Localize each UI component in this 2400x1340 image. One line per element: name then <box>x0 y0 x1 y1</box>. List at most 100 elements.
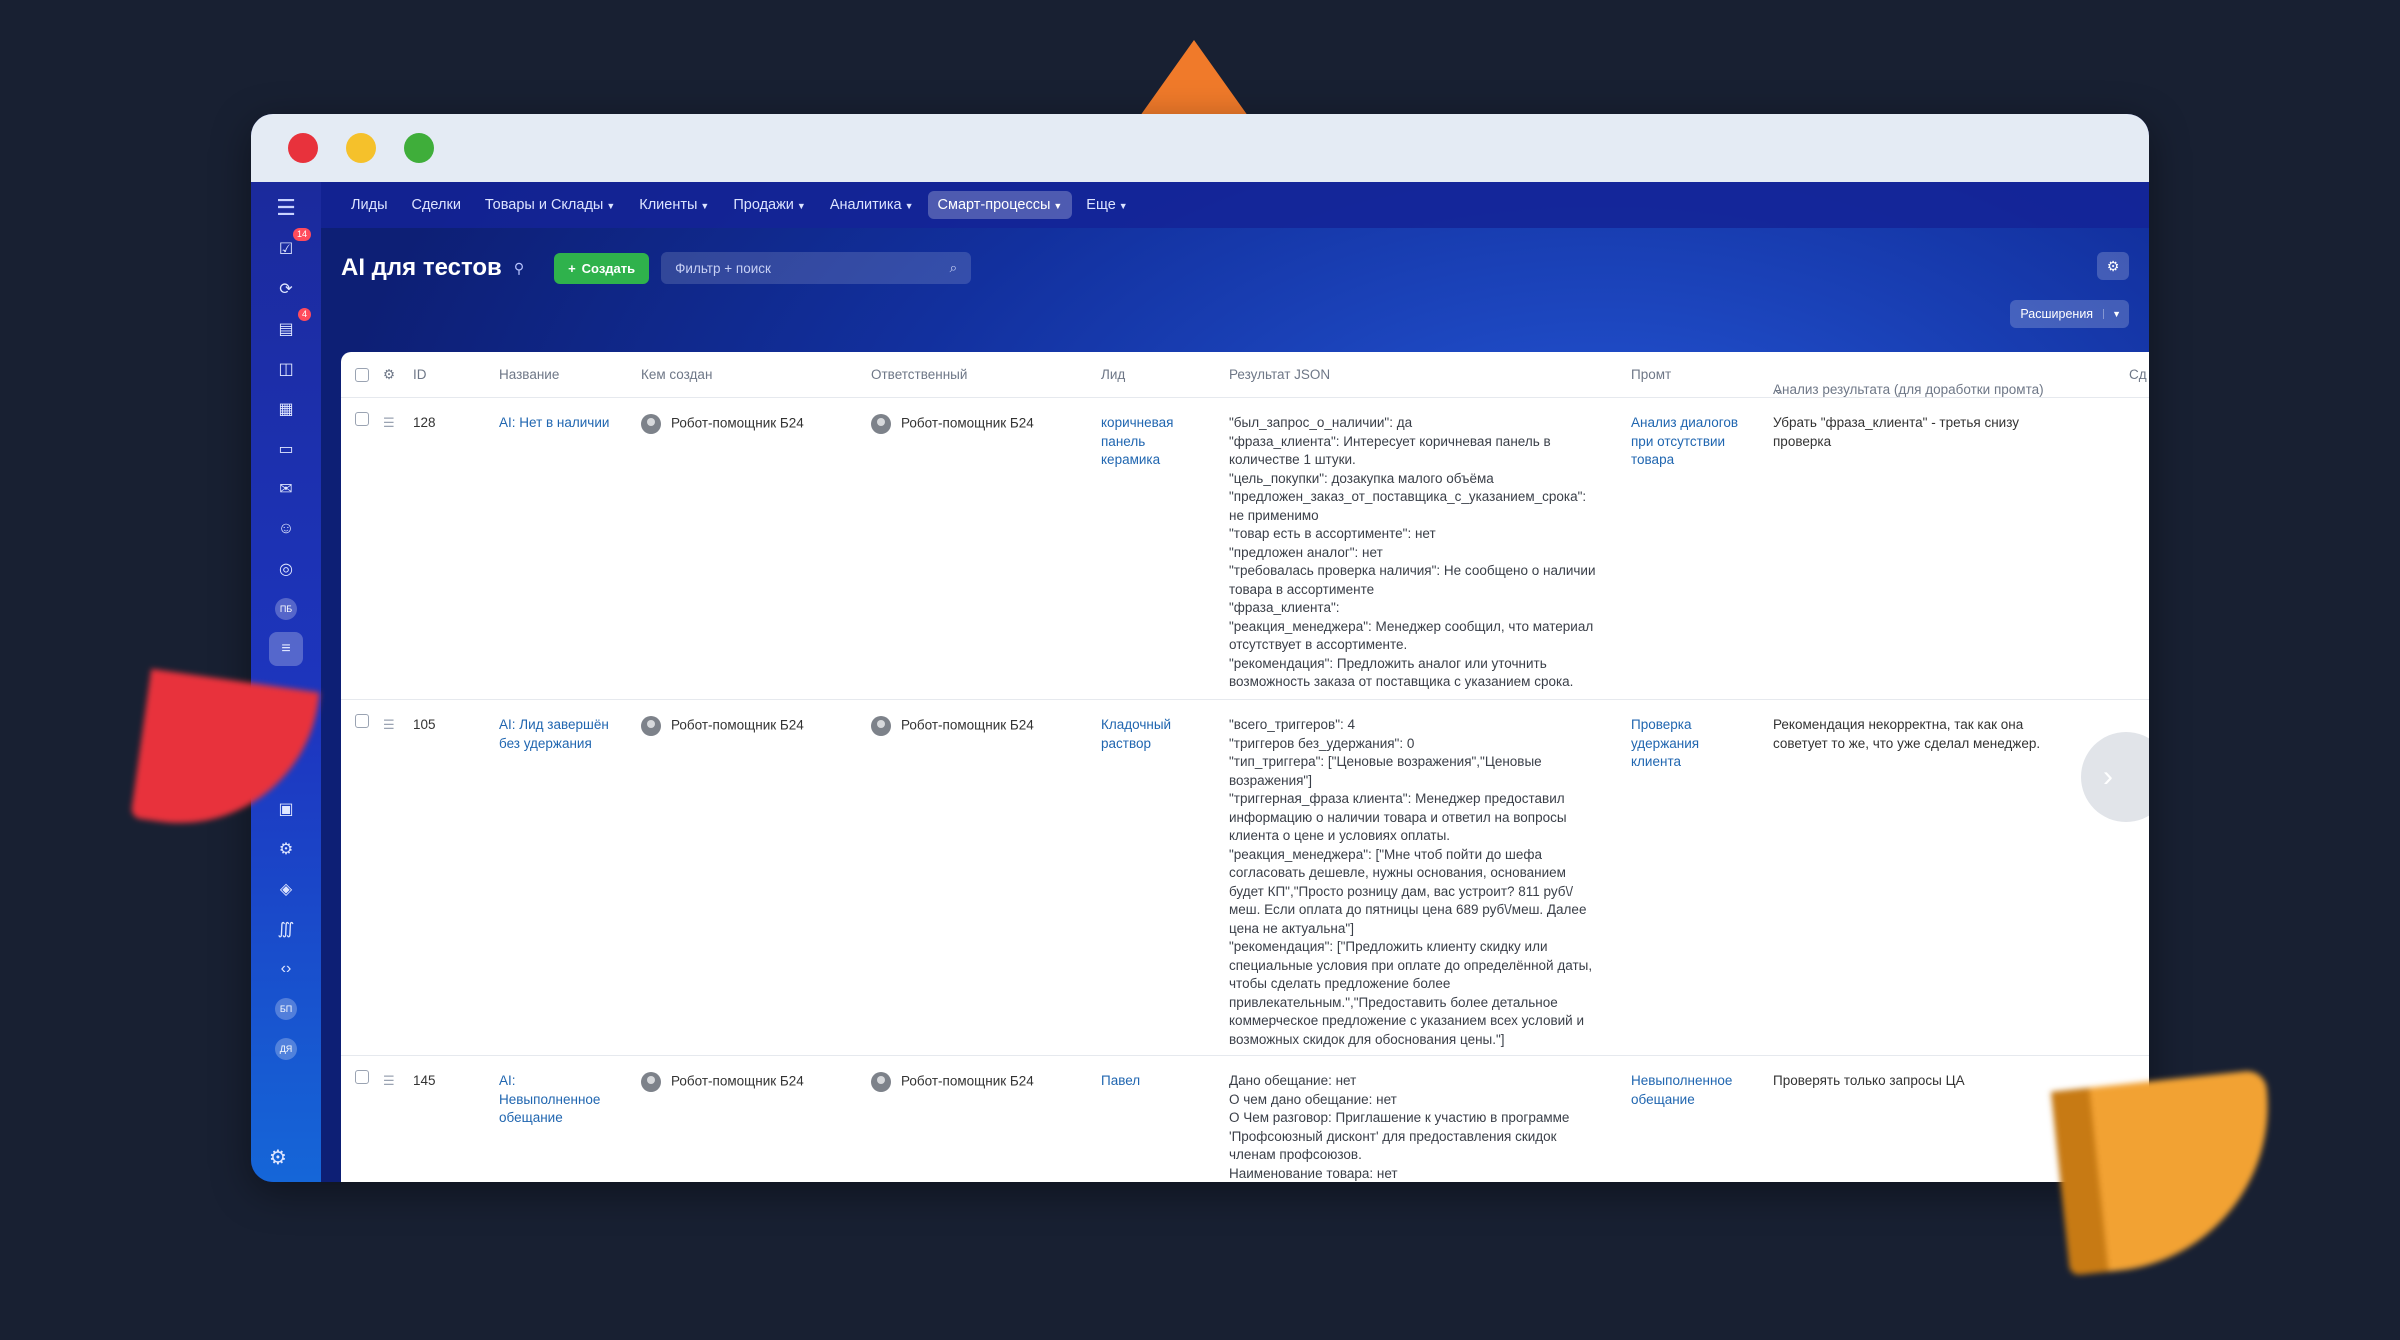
row-prompt-link[interactable]: Анализ диалогов при отсутствии товара <box>1631 414 1741 470</box>
mail-icon[interactable]: ✉ <box>269 472 303 506</box>
extensions-button[interactable]: Расширения ▼ <box>2010 300 2129 328</box>
column-settings-icon[interactable]: ⚙ <box>383 367 395 383</box>
row-prompt-link[interactable]: Невыполненное обещание <box>1631 1072 1741 1109</box>
col-created-by[interactable]: Кем создан <box>641 367 712 382</box>
col-cut[interactable]: Сд <box>2129 367 2147 382</box>
window-titlebar <box>251 114 2149 182</box>
nav-more[interactable]: Еще ▼ <box>1076 191 1137 219</box>
sidebar-item-bp[interactable]: БП <box>269 992 303 1026</box>
sites-icon[interactable]: ◎ <box>269 552 303 586</box>
col-lead[interactable]: Лид <box>1101 367 1125 382</box>
page-title: AI для тестов <box>341 254 502 281</box>
sidebar-item-dr[interactable]: ДЯ <box>269 1032 303 1066</box>
page-toolbar: AI для тестов ⚲ + Создать Фильтр + поиск… <box>341 248 2129 288</box>
row-name-link[interactable]: AI: Нет в наличии <box>499 414 619 433</box>
avatar <box>641 716 661 736</box>
row-created-by[interactable]: Робот-помощник Б24 <box>641 1072 804 1092</box>
browser-window: ☰ ☑ 14 ⟳ ▤ 4 ◫ ▦ ▭ ✉ ☺ ◎ ПБ ≡ ▣ ⚙ ◈ ∭ ‹› Б… <box>251 114 2149 1182</box>
grid-header: ⚙ ID Название Кем создан Ответственный Л… <box>341 352 2149 398</box>
row-created-by[interactable]: Робот-помощник Б24 <box>641 414 804 434</box>
chat-icon[interactable]: ◫ <box>269 352 303 386</box>
nav-products[interactable]: Товары и Склады ▼ <box>475 191 625 219</box>
row-responsible[interactable]: Робот-помощник Б24 <box>871 1072 1034 1092</box>
row-analysis: Проверять только запросы ЦА <box>1773 1073 1965 1088</box>
row-lead-link[interactable]: Кладочный раствор <box>1101 716 1201 753</box>
row-result-json: Дано обещание: нет О чем дано обещание: … <box>1229 1073 1570 1181</box>
data-grid: ⚙ ID Название Кем создан Ответственный Л… <box>341 352 2149 1182</box>
table-row[interactable]: ☰ 105 AI: Лид завершён без удержания Роб… <box>341 700 2149 1056</box>
menu-icon[interactable]: ☰ <box>276 190 296 226</box>
signature-icon[interactable]: ∭ <box>269 912 303 946</box>
select-all-checkbox[interactable] <box>355 368 369 385</box>
row-result-json: "всего_триггеров": 4 "триггеров без_удер… <box>1229 717 1593 1047</box>
row-lead-link[interactable]: коричневая панель керамика <box>1101 414 1201 470</box>
box-icon[interactable]: ◈ <box>269 872 303 906</box>
row-name-link[interactable]: AI: Невыполненное обещание <box>499 1072 614 1128</box>
col-result-json[interactable]: Результат JSON <box>1229 367 1330 382</box>
avatar <box>641 1072 661 1092</box>
maximize-window-button[interactable] <box>404 133 434 163</box>
filter-search-input[interactable]: Фильтр + поиск ⌕ <box>661 252 972 284</box>
chevron-down-icon[interactable]: ▼ <box>2103 309 2129 319</box>
row-name-link[interactable]: AI: Лид завершён без удержания <box>499 716 609 753</box>
create-button[interactable]: + Создать <box>554 252 650 284</box>
settings-gear-icon[interactable]: ⚙ <box>269 1145 287 1170</box>
col-name[interactable]: Название <box>499 367 559 382</box>
avatar <box>641 414 661 434</box>
decor-orange-shape <box>2050 1069 2285 1276</box>
row-checkbox[interactable] <box>355 1070 369 1090</box>
row-prompt-link[interactable]: Проверка удержания клиента <box>1631 716 1741 772</box>
nav-deals[interactable]: Сделки <box>402 191 471 219</box>
row-id: 145 <box>413 1073 436 1088</box>
smart-process-icon[interactable]: ≡ <box>269 632 303 666</box>
automation-icon[interactable]: ⟳ <box>269 272 303 306</box>
plus-icon: + <box>568 260 576 276</box>
col-responsible[interactable]: Ответственный <box>871 367 967 382</box>
col-id[interactable]: ID <box>413 367 427 382</box>
col-prompt[interactable]: Промт <box>1631 367 1671 382</box>
drive-icon[interactable]: ▭ <box>269 432 303 466</box>
row-responsible[interactable]: Робот-помощник Б24 <box>871 414 1034 434</box>
nav-smart-processes[interactable]: Смарт-процессы ▼ <box>927 191 1073 219</box>
row-created-by[interactable]: Робот-помощник Б24 <box>641 716 804 736</box>
chevron-down-icon: ▼ <box>1053 201 1063 211</box>
calendar-icon[interactable]: ▦ <box>269 392 303 426</box>
tasks-icon[interactable]: ☑ 14 <box>269 228 311 266</box>
row-analysis: Убрать "фраза_клиента" - третья снизу пр… <box>1773 415 2019 449</box>
contacts-icon[interactable]: ☺ <box>269 512 303 546</box>
robot-icon[interactable]: ⚙ <box>269 832 303 866</box>
nav-leads[interactable]: Лиды <box>341 191 398 219</box>
close-window-button[interactable] <box>288 133 318 163</box>
main-area: Лиды Сделки Товары и Склады ▼ Клиенты ▼ Пр… <box>321 182 2149 1182</box>
drag-handle-icon[interactable]: ☰ <box>383 414 395 433</box>
drag-handle-icon[interactable]: ☰ <box>383 716 395 735</box>
nav-clients[interactable]: Клиенты ▼ <box>629 191 719 219</box>
avatar <box>871 1072 891 1092</box>
search-icon: ⌕ <box>949 260 958 275</box>
code-icon[interactable]: ‹› <box>269 952 303 986</box>
nav-sales[interactable]: Продажи ▼ <box>723 191 815 219</box>
chevron-down-icon: ⌄ <box>1773 382 1785 397</box>
chevron-down-icon: ▼ <box>904 201 914 211</box>
chevron-down-icon: ▼ <box>796 201 806 211</box>
row-lead-link[interactable]: Павел <box>1101 1072 1201 1091</box>
minimize-window-button[interactable] <box>346 133 376 163</box>
chevron-down-icon: ▼ <box>700 201 710 211</box>
row-responsible[interactable]: Робот-помощник Б24 <box>871 716 1034 736</box>
avatar <box>871 716 891 736</box>
tasks-badge: 14 <box>292 228 311 241</box>
table-row[interactable]: ☰ 128 AI: Нет в наличии Робот-помощник Б… <box>341 398 2149 700</box>
feed-icon[interactable]: ▤ 4 <box>269 308 311 346</box>
gallery-icon[interactable]: ▣ <box>269 792 303 826</box>
feed-badge: 4 <box>297 308 311 321</box>
row-checkbox[interactable] <box>355 714 369 734</box>
crm-app: ☰ ☑ 14 ⟳ ▤ 4 ◫ ▦ ▭ ✉ ☺ ◎ ПБ ≡ ▣ ⚙ ◈ ∭ ‹› Б… <box>251 182 2149 1182</box>
drag-handle-icon[interactable]: ☰ <box>383 1072 395 1091</box>
pin-icon[interactable]: ⚲ <box>514 260 524 277</box>
page-settings-button[interactable]: ⚙ <box>2097 252 2129 280</box>
table-row[interactable]: ☰ 145 AI: Невыполненное обещание Робот-п… <box>341 1056 2149 1182</box>
row-id: 105 <box>413 717 436 732</box>
nav-analytics[interactable]: Аналитика ▼ <box>820 191 924 219</box>
sidebar-item-pb[interactable]: ПБ <box>269 592 303 626</box>
row-checkbox[interactable] <box>355 412 369 432</box>
